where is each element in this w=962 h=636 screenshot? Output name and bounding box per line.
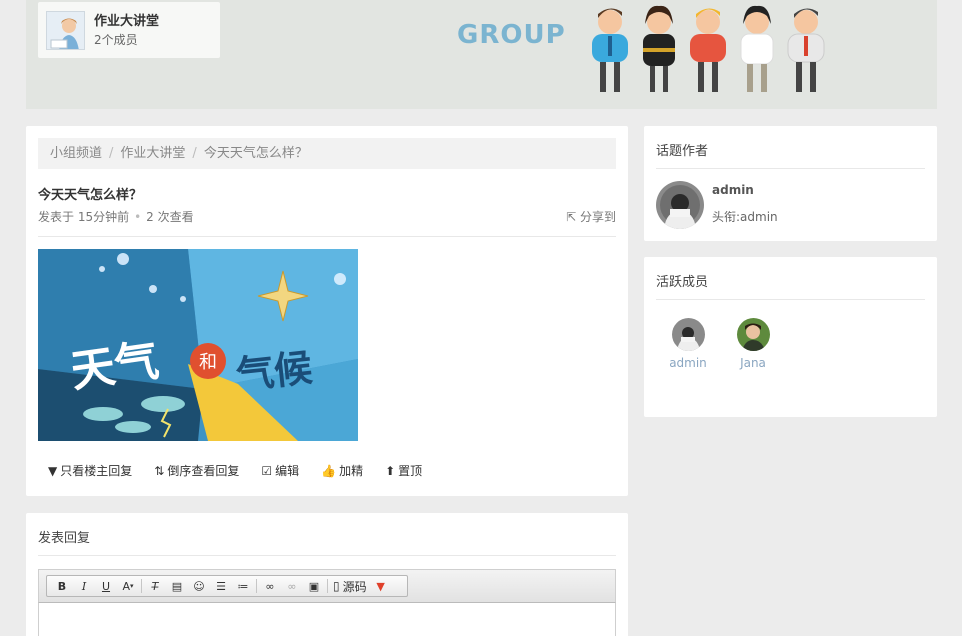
breadcrumb-current: 今天天气怎么样？ — [203, 146, 308, 161]
avatar[interactable] — [736, 318, 770, 351]
post-time: 发表于 15分钟前 — [38, 210, 130, 224]
sort-icon: ⇅ — [154, 463, 165, 478]
clear-format-icon[interactable]: T̶ — [144, 577, 166, 595]
unordered-list-icon[interactable]: ≔ — [232, 577, 254, 595]
post-views: 2 次查看 — [146, 210, 194, 224]
ordered-list-icon[interactable]: ☰ — [210, 577, 232, 595]
meta-dot: • — [134, 210, 142, 224]
action-label: 加精 — [339, 464, 364, 478]
image-icon[interactable]: ▣ — [303, 577, 325, 595]
toolbar-separator — [256, 579, 257, 593]
breadcrumb-group-channel[interactable]: 小组频道 — [50, 146, 102, 161]
unlink-icon[interactable]: ∞ — [281, 577, 303, 595]
author-card: 话题作者 admin 头衔:admin — [644, 126, 937, 241]
member-name[interactable]: admin — [658, 356, 718, 370]
only-author-replies-button[interactable]: ▼ 只看楼主回复 — [48, 462, 132, 479]
image-word-and: 和 — [199, 352, 217, 373]
filter-icon: ▼ — [48, 463, 58, 478]
post-divider — [38, 236, 616, 237]
thumbs-up-icon: 👍 — [321, 463, 337, 478]
emoji-icon[interactable]: ☺ — [188, 577, 210, 595]
member-item[interactable]: admin — [658, 318, 718, 370]
share-button[interactable]: ⇱ 分享到 — [566, 208, 616, 225]
avatar[interactable] — [656, 181, 704, 229]
share-icon: ⇱ — [566, 210, 577, 224]
reverse-order-button[interactable]: ⇅ 倒序查看回复 — [154, 462, 239, 479]
reply-divider — [38, 555, 616, 556]
author-heading: 话题作者 — [656, 144, 709, 159]
breadcrumb-separator: / — [109, 146, 114, 161]
action-label: 置顶 — [398, 464, 423, 478]
group-card[interactable]: 作业大讲堂 2个成员 — [38, 2, 220, 58]
action-label: 只看楼主回复 — [60, 464, 133, 478]
action-label: 倒序查看回复 — [167, 464, 240, 478]
link-icon[interactable]: ∞ — [259, 577, 281, 595]
active-members-card: 活跃成员 admin Jana — [644, 257, 937, 417]
source-icon: ▯ — [333, 579, 340, 593]
font-color-label: A — [122, 579, 130, 593]
active-members-divider — [656, 299, 925, 300]
dropdown-caret-icon: ▾ — [130, 582, 134, 590]
pin-top-button[interactable]: ⬆ 置顶 — [385, 462, 422, 479]
source-label: 源码 — [342, 579, 367, 594]
fox-plugin-icon[interactable]: ▼ — [370, 577, 392, 595]
member-name[interactable]: Jana — [723, 356, 783, 370]
post-title: 今天天气怎么样？ — [38, 188, 143, 203]
breadcrumb-group[interactable]: 作业大讲堂 — [120, 146, 185, 161]
active-members-heading: 活跃成员 — [656, 275, 709, 290]
share-label: 分享到 — [579, 210, 616, 224]
group-name[interactable]: 作业大讲堂 — [94, 10, 159, 29]
toolbar-separator — [141, 579, 142, 593]
group-member-count: 2个成员 — [94, 33, 138, 47]
bold-button[interactable]: B — [51, 577, 73, 595]
group-people-illustration — [592, 5, 825, 92]
underline-button[interactable]: U — [95, 577, 117, 595]
reply-editor[interactable] — [38, 603, 616, 636]
edit-button[interactable]: ☑ 编辑 — [261, 462, 299, 479]
italic-button[interactable]: I — [73, 577, 95, 595]
group-banner: 作业大讲堂 2个成员 GROUP — [26, 0, 937, 109]
member-item[interactable]: Jana — [723, 318, 783, 370]
source-button[interactable]: ▯ 源码 — [330, 577, 370, 595]
font-color-button[interactable]: A ▾ — [117, 577, 139, 595]
image-word-climate: 气候 — [234, 346, 314, 398]
toolbar-separator — [327, 579, 328, 593]
arrow-up-circle-icon: ⬆ — [385, 463, 396, 478]
breadcrumb: 小组频道 / 作业大讲堂 / 今天天气怎么样？ — [38, 138, 616, 169]
reply-card: 发表回复 B I U A ▾ T̶ ▤ ☺ ☰ ≔ ∞ ∞ ▣ ▯ 源码 ▼ — [26, 513, 628, 636]
post-image[interactable]: 和 天气 气候 — [38, 249, 358, 441]
post-actions: ▼ 只看楼主回复 ⇅ 倒序查看回复 ☑ 编辑 👍 加精 ⬆ 置顶 — [48, 462, 422, 479]
paste-icon[interactable]: ▤ — [166, 577, 188, 595]
group-avatar — [46, 11, 85, 50]
edit-icon: ☑ — [261, 463, 273, 478]
editor-toolbar-bar: B I U A ▾ T̶ ▤ ☺ ☰ ≔ ∞ ∞ ▣ ▯ 源码 ▼ — [38, 569, 616, 603]
author-divider — [656, 168, 925, 169]
topic-card: 小组频道 / 作业大讲堂 / 今天天气怎么样？ 今天天气怎么样？ 发表于 15分钟前 • 2… — [26, 126, 628, 496]
breadcrumb-separator: / — [192, 146, 197, 161]
post-meta: 发表于 15分钟前 • 2 次查看 — [38, 208, 194, 225]
action-label: 编辑 — [275, 464, 300, 478]
author-title: 头衔:admin — [712, 210, 778, 224]
feature-button[interactable]: 👍 加精 — [321, 462, 363, 479]
author-name[interactable]: admin — [712, 183, 754, 197]
avatar[interactable] — [671, 318, 705, 351]
reply-heading: 发表回复 — [38, 531, 91, 546]
group-banner-word: GROUP — [457, 20, 566, 50]
editor-toolbar: B I U A ▾ T̶ ▤ ☺ ☰ ≔ ∞ ∞ ▣ ▯ 源码 ▼ — [46, 575, 408, 597]
